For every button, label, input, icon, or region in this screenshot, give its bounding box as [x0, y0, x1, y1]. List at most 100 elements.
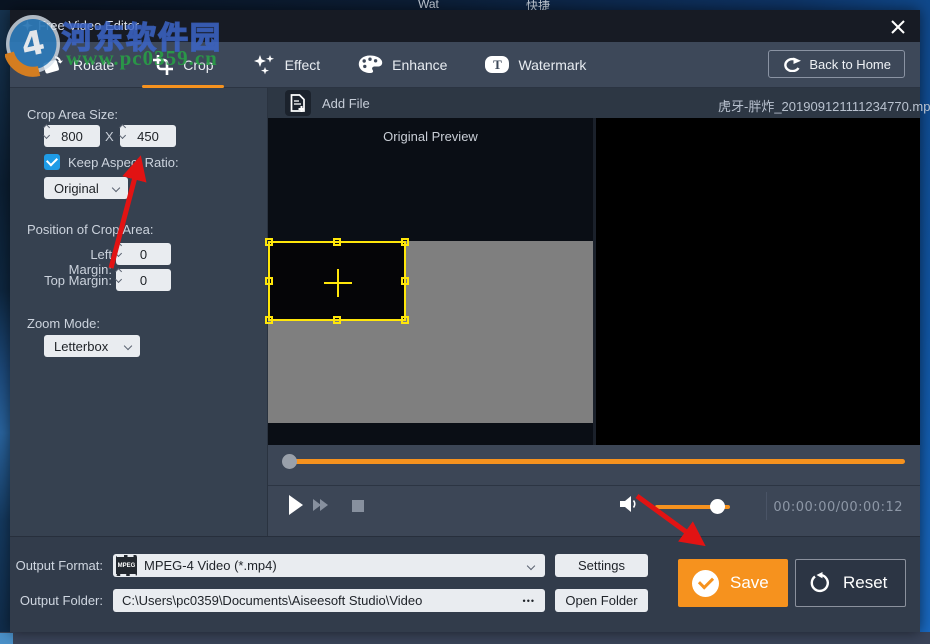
output-folder-label: Output Folder:	[15, 593, 103, 608]
crop-handle[interactable]	[265, 277, 273, 285]
open-folder-button[interactable]: Open Folder	[555, 589, 648, 612]
tab-label: Effect	[285, 57, 321, 73]
output-format-label: Output Format:	[15, 558, 103, 573]
tab-label: Enhance	[392, 57, 447, 73]
desktop-edge-bottom	[0, 632, 930, 644]
crop-width-stepper[interactable]: 800	[44, 125, 100, 147]
preview-region: Add File 虎牙-胖炸_201909121111234770.mp4 Or…	[268, 88, 920, 536]
effect-stars-icon	[252, 54, 276, 76]
dimension-times-label: X	[105, 129, 114, 144]
save-check-icon	[692, 570, 719, 597]
chevron-down-icon	[112, 184, 120, 192]
crop-area-size-label: Crop Area Size:	[27, 107, 118, 122]
close-icon	[891, 20, 905, 34]
left-margin-value: 0	[116, 247, 171, 262]
output-panel: Output Format: MPEG MPEG-4 Video (*.mp4)…	[10, 536, 920, 632]
fast-forward-button[interactable]	[313, 499, 327, 511]
crop-settings-sidebar: Crop Area Size: 800 X 450 Keep Aspect Ra…	[10, 88, 268, 536]
top-margin-label: Top Margin:	[44, 273, 112, 288]
keep-aspect-label: Keep Aspect Ratio:	[68, 155, 179, 170]
crop-height-stepper[interactable]: 450	[120, 125, 176, 147]
output-format-value: MPEG-4 Video (*.mp4)	[144, 558, 277, 573]
screenshot-root: Wat 快捷 Free Video Editor	[0, 0, 930, 644]
crop-selection-rect[interactable]	[268, 241, 406, 321]
tab-rotate[interactable]: Rotate	[40, 42, 114, 88]
save-button[interactable]: Save	[678, 559, 788, 607]
open-folder-label: Open Folder	[565, 593, 637, 608]
left-margin-stepper[interactable]: 0	[116, 243, 171, 265]
zoom-mode-label: Zoom Mode:	[27, 316, 100, 331]
add-file-icon	[290, 94, 306, 112]
tab-watermark[interactable]: T Watermark	[485, 42, 586, 88]
tab-crop[interactable]: Crop	[152, 42, 213, 88]
crop-width-value: 800	[44, 129, 100, 144]
tab-label: Rotate	[73, 57, 114, 73]
top-margin-stepper[interactable]: 0	[116, 269, 171, 291]
rotate-icon	[40, 54, 64, 76]
aspect-ratio-value: Original	[54, 181, 99, 196]
play-button[interactable]	[289, 495, 303, 515]
enhance-palette-icon	[358, 55, 383, 74]
crop-center-cross	[324, 282, 352, 284]
chevron-down-icon	[124, 342, 132, 350]
crop-handle[interactable]	[401, 277, 409, 285]
chevron-down-icon	[527, 561, 535, 569]
volume-handle[interactable]	[710, 499, 725, 514]
settings-button[interactable]: Settings	[555, 554, 648, 577]
crop-handle[interactable]	[401, 238, 409, 246]
crop-handle[interactable]	[265, 238, 273, 246]
output-format-dropdown[interactable]: MPEG MPEG-4 Video (*.mp4)	[113, 554, 545, 577]
crop-handle[interactable]	[333, 316, 341, 324]
tab-enhance[interactable]: Enhance	[358, 42, 447, 88]
window-title: Free Video Editor	[38, 18, 139, 33]
mpeg-file-icon: MPEG	[116, 555, 137, 576]
file-bar: Add File 虎牙-胖炸_201909121111234770.mp4	[268, 88, 920, 118]
desktop-edge-left	[0, 10, 10, 632]
browse-button[interactable]: •••	[523, 596, 535, 606]
title-star-icon	[22, 20, 33, 31]
back-to-home-button[interactable]: Back to Home	[768, 50, 905, 78]
close-button[interactable]	[886, 15, 910, 39]
crop-icon	[152, 54, 174, 76]
output-video-frame	[596, 118, 920, 445]
reset-icon	[810, 572, 832, 594]
crop-height-value: 450	[120, 129, 176, 144]
desktop-corner-patch	[0, 633, 13, 644]
keep-aspect-checkbox[interactable]	[44, 154, 60, 170]
crop-handle[interactable]	[401, 316, 409, 324]
output-folder-field[interactable]: C:\Users\pc0359\Documents\Aiseesoft Stud…	[113, 589, 545, 612]
seek-handle[interactable]	[282, 454, 297, 469]
add-file-button[interactable]	[285, 90, 311, 116]
volume-icon[interactable]	[620, 495, 640, 518]
reset-button[interactable]: Reset	[795, 559, 906, 607]
add-file-label: Add File	[322, 96, 370, 111]
tab-effect[interactable]: Effect	[252, 42, 321, 88]
back-to-home-label: Back to Home	[809, 57, 891, 72]
reset-label: Reset	[843, 573, 887, 593]
title-bar: Free Video Editor	[10, 10, 920, 42]
loaded-filename: 虎牙-胖炸_201909121111234770.mp4	[718, 96, 930, 115]
aspect-ratio-dropdown[interactable]: Original	[44, 177, 128, 199]
back-arrow-icon	[782, 57, 801, 72]
vertical-divider	[766, 492, 767, 520]
crop-handle[interactable]	[333, 238, 341, 246]
original-video-frame	[268, 241, 593, 423]
output-folder-value: C:\Users\pc0359\Documents\Aiseesoft Stud…	[122, 593, 422, 608]
watermark-t-icon: T	[485, 56, 509, 73]
tab-label: Crop	[183, 57, 213, 73]
controls-divider	[268, 485, 920, 486]
crop-handle[interactable]	[265, 316, 273, 324]
settings-label: Settings	[578, 558, 625, 573]
save-label: Save	[730, 573, 769, 593]
tab-bar: Rotate Crop Effect	[10, 42, 920, 88]
check-icon	[46, 154, 58, 166]
original-preview-label: Original Preview	[268, 129, 593, 144]
tab-label: Watermark	[518, 57, 586, 73]
free-video-editor-window: Free Video Editor Rotate	[10, 10, 920, 632]
position-label: Position of Crop Area:	[27, 222, 153, 237]
time-display: 00:00:00/00:00:12	[773, 500, 903, 515]
zoom-mode-value: Letterbox	[54, 339, 108, 354]
stop-button[interactable]	[352, 500, 364, 512]
zoom-mode-dropdown[interactable]: Letterbox	[44, 335, 140, 357]
seek-bar[interactable]	[289, 459, 905, 464]
